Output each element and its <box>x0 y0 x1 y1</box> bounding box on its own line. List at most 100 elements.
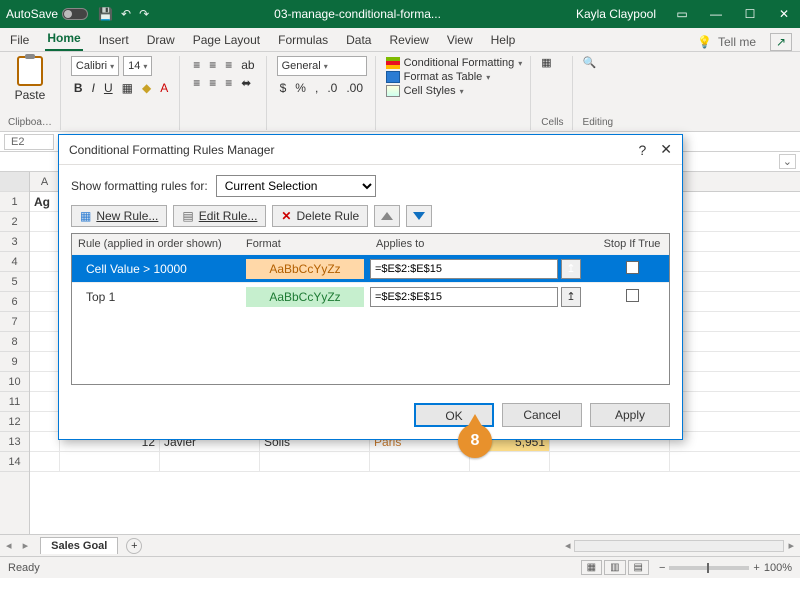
tab-help[interactable]: Help <box>489 30 518 51</box>
align-center-icon[interactable]: ≡ <box>206 74 219 92</box>
cell[interactable] <box>30 292 60 311</box>
user-name[interactable]: Kayla Claypool <box>576 7 656 21</box>
cell[interactable] <box>550 452 670 471</box>
cell[interactable] <box>30 372 60 391</box>
editing-button[interactable]: 🔍 <box>583 56 614 69</box>
row-header[interactable]: 14 <box>0 452 29 472</box>
cell[interactable] <box>30 212 60 231</box>
tab-insert[interactable]: Insert <box>97 30 131 51</box>
page-layout-view-icon[interactable]: ▥ <box>604 560 625 575</box>
move-rule-up-button[interactable] <box>374 205 400 227</box>
cell[interactable] <box>30 232 60 251</box>
name-box[interactable]: E2 <box>4 134 54 150</box>
cell[interactable] <box>260 452 370 471</box>
cell[interactable] <box>160 452 260 471</box>
page-break-view-icon[interactable]: ▤ <box>628 560 649 575</box>
format-as-table-button[interactable]: Format as Table▾ <box>386 70 523 84</box>
wrap-text-icon[interactable]: ab <box>238 56 257 74</box>
row-header[interactable]: 13 <box>0 432 29 452</box>
undo-icon[interactable]: ↶ <box>121 7 131 21</box>
conditional-formatting-button[interactable]: Conditional Formatting▾ <box>386 56 523 70</box>
currency-icon[interactable]: $ <box>277 79 290 97</box>
row-header[interactable]: 4 <box>0 252 29 272</box>
cell[interactable] <box>30 272 60 291</box>
maximize-icon[interactable]: ☐ <box>740 7 760 21</box>
cell[interactable] <box>370 452 470 471</box>
align-left-icon[interactable]: ≡ <box>190 74 203 92</box>
dialog-help-icon[interactable]: ? <box>638 142 646 158</box>
align-mid-icon[interactable]: ≡ <box>206 56 219 74</box>
row-header[interactable]: 5 <box>0 272 29 292</box>
align-bot-icon[interactable]: ≡ <box>222 56 235 74</box>
rule-applies-input[interactable] <box>370 259 558 279</box>
bold-button[interactable]: B <box>71 79 86 97</box>
row-header[interactable]: 11 <box>0 392 29 412</box>
cell[interactable] <box>60 452 160 471</box>
redo-icon[interactable]: ↷ <box>139 7 149 21</box>
ok-button[interactable]: OK <box>414 403 494 427</box>
horizontal-scrollbar[interactable]: ◂▸ <box>150 539 794 552</box>
percent-icon[interactable]: % <box>292 79 309 97</box>
tab-tellme[interactable]: Tell me <box>718 35 756 49</box>
range-picker-icon[interactable]: ↥ <box>561 287 581 307</box>
tab-home[interactable]: Home <box>45 28 82 51</box>
row-header[interactable]: 6 <box>0 292 29 312</box>
row-header[interactable]: 1 <box>0 192 29 212</box>
cell[interactable] <box>30 412 60 431</box>
font-size-combo[interactable]: 14▾ <box>123 56 152 76</box>
row-header[interactable]: 2 <box>0 212 29 232</box>
normal-view-icon[interactable]: ▦ <box>581 560 602 575</box>
row-header[interactable]: 9 <box>0 352 29 372</box>
comma-icon[interactable]: , <box>312 79 321 97</box>
cell[interactable] <box>30 252 60 271</box>
apply-button[interactable]: Apply <box>590 403 670 427</box>
border-button[interactable]: ▦ <box>119 79 136 97</box>
tab-draw[interactable]: Draw <box>145 30 177 51</box>
sheet-tab-active[interactable]: Sales Goal <box>40 537 118 554</box>
paste-button[interactable]: Paste <box>8 56 52 102</box>
tab-page-layout[interactable]: Page Layout <box>191 30 262 51</box>
cell[interactable] <box>30 452 60 471</box>
row-header[interactable]: 12 <box>0 412 29 432</box>
fill-color-button[interactable]: ◆ <box>139 79 154 97</box>
scope-select[interactable]: Current Selection <box>216 175 376 197</box>
tab-view[interactable]: View <box>445 30 475 51</box>
inc-decimal-icon[interactable]: .0 <box>324 79 340 97</box>
rule-applies-input[interactable] <box>370 287 558 307</box>
row-header[interactable]: 7 <box>0 312 29 332</box>
view-buttons[interactable]: ▦▥▤ <box>579 560 649 575</box>
cell[interactable] <box>30 352 60 371</box>
new-sheet-button[interactable]: + <box>126 538 142 554</box>
select-all-corner[interactable] <box>0 172 29 192</box>
cell[interactable] <box>30 432 60 451</box>
range-picker-icon[interactable]: ↥ <box>561 259 581 279</box>
cell[interactable] <box>30 332 60 351</box>
dec-decimal-icon[interactable]: .00 <box>343 79 366 97</box>
row-header[interactable]: 10 <box>0 372 29 392</box>
font-color-button[interactable]: A <box>157 79 171 97</box>
minimize-icon[interactable]: — <box>706 7 726 21</box>
ribbon-options-icon[interactable]: ▭ <box>672 7 692 21</box>
merge-icon[interactable]: ⬌ <box>238 74 254 92</box>
cell[interactable] <box>30 392 60 411</box>
number-format-combo[interactable]: General▾ <box>277 56 367 76</box>
save-icon[interactable]: 💾 <box>98 7 113 21</box>
italic-button[interactable]: I <box>89 79 98 97</box>
dialog-close-icon[interactable]: ✕ <box>660 141 672 158</box>
insert-cells-button[interactable]: ▦ <box>541 56 563 69</box>
rule-row[interactable]: Top 1 AaBbCcYyZz ↥ <box>72 282 669 310</box>
row-header[interactable]: 3 <box>0 232 29 252</box>
tab-formulas[interactable]: Formulas <box>276 30 330 51</box>
cell[interactable] <box>30 312 60 331</box>
col-header[interactable]: A <box>30 172 60 191</box>
new-rule-button[interactable]: ▦New Rule... <box>71 205 167 227</box>
tab-data[interactable]: Data <box>344 30 373 51</box>
cell[interactable]: Ag <box>30 192 60 211</box>
align-right-icon[interactable]: ≡ <box>222 74 235 92</box>
tab-review[interactable]: Review <box>387 30 430 51</box>
rule-row[interactable]: Cell Value > 10000 AaBbCcYyZz ↥ <box>72 254 669 282</box>
zoom-slider[interactable]: −+100% <box>659 562 792 574</box>
underline-button[interactable]: U <box>101 79 116 97</box>
close-icon[interactable]: ✕ <box>774 7 794 21</box>
move-rule-down-button[interactable] <box>406 205 432 227</box>
